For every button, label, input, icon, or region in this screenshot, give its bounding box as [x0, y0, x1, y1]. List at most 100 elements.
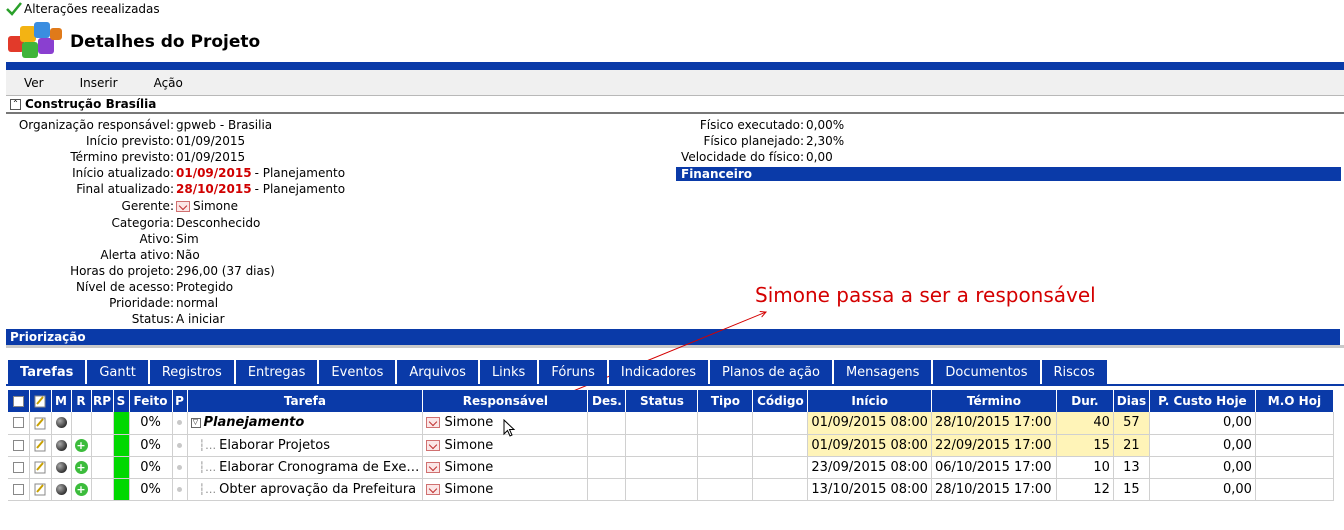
- header-m[interactable]: M: [51, 390, 72, 412]
- manager-name[interactable]: Simone: [193, 199, 238, 213]
- responsavel-cell[interactable]: Simone: [422, 478, 589, 501]
- edit-pencil-icon[interactable]: [33, 416, 47, 430]
- menu-inserir[interactable]: Inserir: [62, 76, 136, 90]
- header-select[interactable]: [8, 390, 30, 412]
- header-s[interactable]: S: [113, 390, 130, 412]
- responsavel-cell[interactable]: Simone: [422, 456, 589, 479]
- header-termino[interactable]: Término: [931, 390, 1057, 412]
- r-cell[interactable]: [71, 412, 92, 435]
- select-all-checkbox[interactable]: [12, 396, 24, 407]
- row-checkbox[interactable]: [12, 483, 24, 495]
- edit-cell[interactable]: [29, 456, 52, 479]
- menu-acao[interactable]: Ação: [136, 76, 201, 90]
- m-cell[interactable]: [51, 478, 72, 501]
- edit-pencil-icon[interactable]: [33, 460, 47, 474]
- user-envelope-icon[interactable]: [426, 439, 441, 451]
- tab-gantt[interactable]: Gantt: [87, 360, 148, 384]
- detail-row: Início atualizado: 01/09/2015 - Planejame…: [6, 165, 656, 181]
- header-rp[interactable]: RP: [91, 390, 114, 412]
- edit-pencil-icon[interactable]: [33, 482, 47, 496]
- m-cell[interactable]: [51, 412, 72, 435]
- tab-tarefas[interactable]: Tarefas: [8, 360, 86, 384]
- detail-value: Desconhecido: [176, 216, 261, 230]
- tab-eventos[interactable]: Eventos: [319, 360, 396, 384]
- row-select-cell[interactable]: [8, 434, 30, 457]
- responsible-name[interactable]: Simone: [445, 482, 494, 497]
- header-mo-hoje[interactable]: M.O Hoj: [1255, 390, 1334, 412]
- tarefa-cell[interactable]: ┆… Elaborar Cronograma de Exe…: [187, 456, 424, 479]
- task-name[interactable]: Obter aprovação da Prefeitura: [219, 482, 416, 497]
- collapse-icon[interactable]: ⌃: [10, 98, 21, 110]
- r-cell[interactable]: +: [71, 456, 92, 479]
- tab-arquivos[interactable]: Arquivos: [397, 360, 478, 384]
- header-inicio[interactable]: Início: [807, 390, 932, 412]
- mo-hoje-cell: [1255, 456, 1334, 479]
- m-cell[interactable]: [51, 456, 72, 479]
- responsible-name[interactable]: Simone: [445, 460, 494, 475]
- edit-cell[interactable]: [29, 478, 52, 501]
- table-row[interactable]: + 0% ┆… Obter aprovação da Prefeitura Sim…: [8, 478, 1334, 501]
- tarefa-cell[interactable]: ▽ Planejamento: [187, 412, 424, 435]
- header-tipo[interactable]: Tipo: [697, 390, 754, 412]
- tab-planos-de-acao[interactable]: Planos de ação: [710, 360, 832, 384]
- r-cell[interactable]: +: [71, 478, 92, 501]
- task-name[interactable]: Elaborar Projetos: [219, 438, 330, 453]
- header-custo-hoje[interactable]: P. Custo Hoje: [1149, 390, 1256, 412]
- tab-registros[interactable]: Registros: [149, 360, 234, 384]
- add-resource-icon[interactable]: +: [74, 460, 88, 474]
- task-name[interactable]: Elaborar Cronograma de Exe…: [219, 460, 419, 475]
- header-dur[interactable]: Dur.: [1056, 390, 1114, 412]
- row-checkbox[interactable]: [12, 461, 24, 473]
- responsible-name[interactable]: Simone: [445, 415, 494, 430]
- user-envelope-icon[interactable]: [426, 483, 441, 495]
- ball-icon[interactable]: [55, 483, 67, 495]
- task-name[interactable]: Planejamento: [204, 415, 305, 430]
- tab-documentos[interactable]: Documentos: [933, 360, 1040, 384]
- row-checkbox[interactable]: [12, 417, 24, 429]
- row-checkbox[interactable]: [12, 439, 24, 451]
- tab-mensagens[interactable]: Mensagens: [833, 360, 932, 384]
- tab-riscos[interactable]: Riscos: [1041, 360, 1107, 384]
- header-status[interactable]: Status: [625, 390, 699, 412]
- user-envelope-icon[interactable]: [426, 417, 441, 429]
- tarefa-cell[interactable]: ┆… Elaborar Projetos: [187, 434, 424, 457]
- table-row[interactable]: + 0% ┆… Elaborar Cronograma de Exe… Simon…: [8, 456, 1334, 479]
- tab-links[interactable]: Links: [479, 360, 538, 384]
- priorizacao-section-bar[interactable]: Priorização: [6, 329, 1340, 345]
- ball-icon[interactable]: [55, 439, 67, 451]
- header-des[interactable]: Des.: [587, 390, 627, 412]
- add-resource-icon[interactable]: +: [74, 438, 88, 452]
- header-tarefa[interactable]: Tarefa: [187, 390, 424, 412]
- responsible-name[interactable]: Simone: [445, 438, 494, 453]
- tarefa-cell[interactable]: ┆… Obter aprovação da Prefeitura: [187, 478, 424, 501]
- user-envelope-icon[interactable]: [176, 200, 190, 212]
- menu-ver[interactable]: Ver: [6, 76, 62, 90]
- tab-entregas[interactable]: Entregas: [235, 360, 318, 384]
- user-envelope-icon[interactable]: [426, 461, 441, 473]
- header-codigo[interactable]: Código: [752, 390, 809, 412]
- row-select-cell[interactable]: [8, 412, 30, 435]
- row-select-cell[interactable]: [8, 456, 30, 479]
- financeiro-section-bar[interactable]: Financeiro: [676, 167, 1341, 181]
- header-dias[interactable]: Dias: [1113, 390, 1150, 412]
- add-resource-icon[interactable]: +: [74, 482, 88, 496]
- expand-icon[interactable]: ▽: [190, 417, 201, 428]
- r-cell[interactable]: +: [71, 434, 92, 457]
- detail-value: 28/10/2015 - Planejamento: [176, 182, 656, 196]
- edit-cell[interactable]: [29, 412, 52, 435]
- header-feito[interactable]: Feito: [129, 390, 173, 412]
- ball-icon[interactable]: [55, 461, 67, 473]
- ball-icon[interactable]: [55, 417, 67, 429]
- header-p[interactable]: P: [172, 390, 188, 412]
- tab-foruns[interactable]: Fóruns: [539, 360, 607, 384]
- edit-pencil-icon[interactable]: [33, 438, 47, 452]
- row-select-cell[interactable]: [8, 478, 30, 501]
- tab-indicadores[interactable]: Indicadores: [608, 360, 709, 384]
- edit-cell[interactable]: [29, 434, 52, 457]
- table-row[interactable]: 0% ▽ Planejamento Simone 01/09/2015 08:00…: [8, 412, 1334, 435]
- table-row[interactable]: + 0% ┆… Elaborar Projetos Simone 01/09/20…: [8, 434, 1334, 457]
- phase-suffix: - Planejamento: [254, 182, 346, 196]
- header-r[interactable]: R: [71, 390, 92, 412]
- header-responsavel[interactable]: Responsável: [422, 390, 589, 412]
- m-cell[interactable]: [51, 434, 72, 457]
